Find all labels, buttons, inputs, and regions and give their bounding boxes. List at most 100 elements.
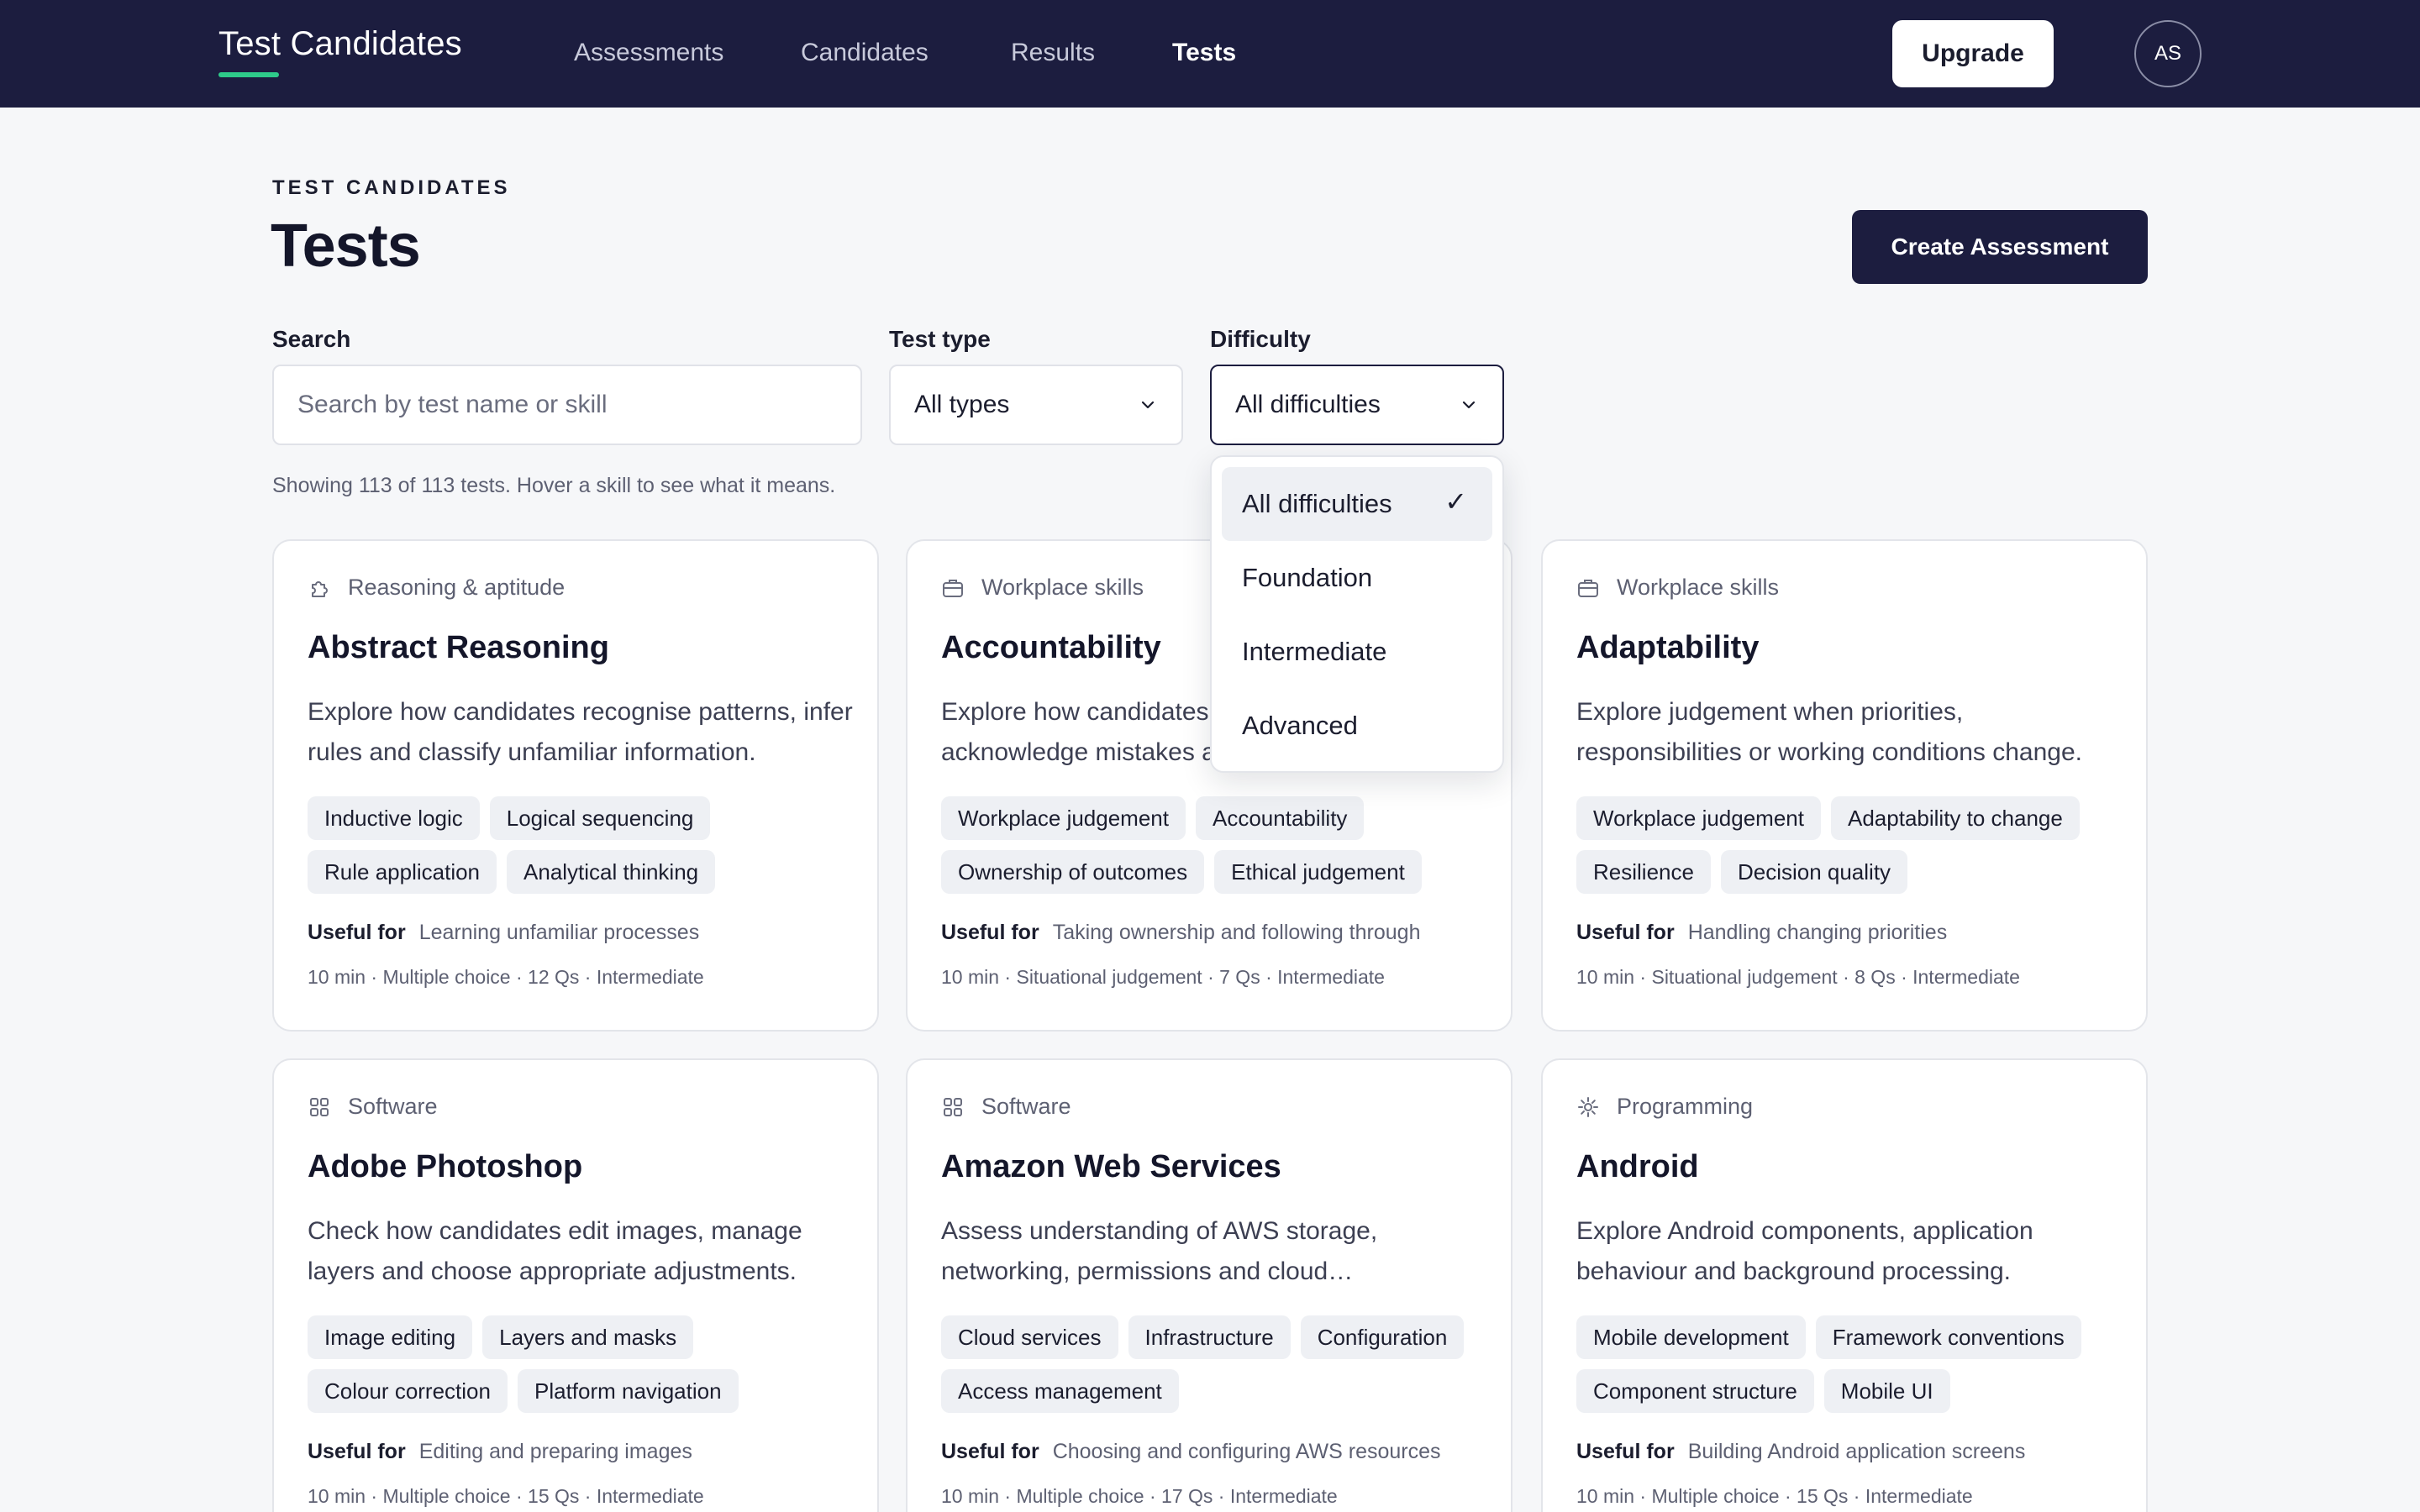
page-title: Tests xyxy=(271,213,421,280)
skill-tag[interactable]: Inductive logic xyxy=(308,796,480,840)
dropdown-option-advanced[interactable]: Advanced xyxy=(1222,689,1492,763)
brand-underline xyxy=(218,72,279,77)
test-type-select[interactable]: All types xyxy=(889,365,1183,445)
useful-for-label: Useful for xyxy=(1576,1440,1675,1463)
useful-for: Useful for Learning unfamiliar processes xyxy=(308,921,699,945)
useful-for: Useful for Editing and preparing images xyxy=(308,1440,692,1464)
nav-link-assessments[interactable]: Assessments xyxy=(574,39,723,67)
test-card[interactable]: Software Amazon Web Services Assess unde… xyxy=(906,1058,1512,1512)
briefcase-icon xyxy=(1578,579,1598,597)
card-category-label: Software xyxy=(981,1094,1071,1119)
useful-for: Useful for Choosing and configuring AWS r… xyxy=(941,1440,1441,1464)
useful-for-value: Learning unfamiliar processes xyxy=(418,921,700,944)
skill-tag[interactable]: Image editing xyxy=(308,1315,473,1359)
skill-tag[interactable]: Platform navigation xyxy=(517,1369,739,1413)
skill-tag[interactable]: Accountability xyxy=(1196,796,1365,840)
skill-tag[interactable]: Analytical thinking xyxy=(507,850,716,894)
nav-link-candidates[interactable]: Candidates xyxy=(801,39,929,67)
dropdown-option-label: Advanced xyxy=(1242,711,1358,740)
test-type-value: All types xyxy=(914,391,1010,418)
skill-tag[interactable]: Ownership of outcomes xyxy=(941,850,1205,894)
difficulty-select[interactable]: All difficulties xyxy=(1210,365,1504,445)
skill-tags: Workplace judgement Adaptability to chan… xyxy=(1576,796,2131,894)
useful-for-label: Useful for xyxy=(941,1440,1039,1463)
page-eyebrow: TEST CANDIDATES xyxy=(272,176,511,199)
grid-icon xyxy=(944,1097,962,1116)
card-title: Accountability xyxy=(941,630,1161,665)
skill-tag[interactable]: Logical sequencing xyxy=(489,796,711,840)
card-title: Adaptability xyxy=(1576,630,1760,665)
upgrade-button[interactable]: Upgrade xyxy=(1892,20,2054,87)
skill-tag[interactable]: Workplace judgement xyxy=(1576,796,1821,840)
card-category-label: Reasoning & aptitude xyxy=(348,575,566,600)
skill-tag[interactable]: Component structure xyxy=(1576,1369,1814,1413)
card-category-label: Workplace skills xyxy=(981,575,1144,600)
briefcase-icon xyxy=(943,579,963,597)
useful-for-value: Handling changing priorities xyxy=(1687,921,1948,944)
card-category-label: Programming xyxy=(1617,1094,1754,1119)
search-input[interactable]: Search by test name or skill xyxy=(272,365,862,445)
skill-tag[interactable]: Layers and masks xyxy=(482,1315,694,1359)
card-meta: 10 min · Multiple choice · 17 Qs · Inter… xyxy=(941,1485,1338,1507)
search-label: Search xyxy=(272,326,351,352)
card-meta: 10 min · Situational judgement · 8 Qs · … xyxy=(1576,966,2020,988)
useful-for-value: Taking ownership and following through xyxy=(1052,921,1421,944)
card-category: Workplace skills xyxy=(1576,575,1779,601)
card-description: Assess understanding of AWS storage, net… xyxy=(941,1217,1378,1285)
card-title: Adobe Photoshop xyxy=(308,1149,583,1184)
useful-for-label: Useful for xyxy=(941,921,1039,944)
top-nav: Test Candidates Assessments Candidates R… xyxy=(0,0,2420,108)
useful-for-value: Building Android application screens xyxy=(1687,1440,2026,1463)
gear-icon xyxy=(1578,1096,1598,1117)
skill-tag[interactable]: Ethical judgement xyxy=(1214,850,1422,894)
create-assessment-button[interactable]: Create Assessment xyxy=(1852,210,2148,284)
skill-tag[interactable]: Workplace judgement xyxy=(941,796,1186,840)
skill-tags: Workplace judgement Accountability Owner… xyxy=(941,796,1496,894)
test-card[interactable]: Software Adobe Photoshop Check how candi… xyxy=(272,1058,879,1512)
useful-for-label: Useful for xyxy=(308,921,406,944)
card-title: Android xyxy=(1576,1149,1699,1184)
skill-tag[interactable]: Adaptability to change xyxy=(1831,796,2080,840)
skill-tag[interactable]: Configuration xyxy=(1300,1315,1465,1359)
test-card[interactable]: Programming Android Explore Android comp… xyxy=(1541,1058,2148,1512)
skill-tag[interactable]: Decision quality xyxy=(1720,850,1908,894)
useful-for-value: Editing and preparing images xyxy=(418,1440,692,1463)
card-title: Abstract Reasoning xyxy=(308,630,609,665)
card-category-label: Workplace skills xyxy=(1617,575,1780,600)
test-card[interactable]: Workplace skills Adaptability Explore ju… xyxy=(1541,539,2148,1032)
difficulty-dropdown-menu: All difficulties ✓ Foundation Intermedia… xyxy=(1210,455,1504,773)
dropdown-option-intermediate[interactable]: Intermediate xyxy=(1222,615,1492,689)
difficulty-value: All difficulties xyxy=(1235,391,1381,418)
skill-tag[interactable]: Mobile development xyxy=(1576,1315,1806,1359)
user-avatar[interactable]: AS xyxy=(2134,20,2202,87)
dropdown-option-foundation[interactable]: Foundation xyxy=(1222,541,1492,615)
skill-tag[interactable]: Rule application xyxy=(308,850,497,894)
skill-tag[interactable]: Infrastructure xyxy=(1128,1315,1291,1359)
test-card[interactable]: Reasoning & aptitude Abstract Reasoning … xyxy=(272,539,879,1032)
skill-tag[interactable]: Access management xyxy=(941,1369,1179,1413)
skill-tag[interactable]: Colour correction xyxy=(308,1369,508,1413)
card-meta: 10 min · Situational judgement · 7 Qs · … xyxy=(941,966,1385,988)
skill-tag[interactable]: Cloud services xyxy=(941,1315,1118,1359)
test-type-label: Test type xyxy=(889,326,991,352)
useful-for: Useful for Handling changing priorities xyxy=(1576,921,1947,945)
skill-tags: Mobile development Framework conventions… xyxy=(1576,1315,2131,1413)
nav-link-tests[interactable]: Tests xyxy=(1172,39,1236,67)
skill-tags: Image editing Layers and masks Colour co… xyxy=(308,1315,862,1413)
skill-tag[interactable]: Mobile UI xyxy=(1823,1369,1950,1413)
chevron-down-icon xyxy=(1462,401,1476,409)
useful-for-label: Useful for xyxy=(308,1440,406,1463)
card-description: Explore Android components, application … xyxy=(1576,1217,2033,1285)
skill-tag[interactable]: Resilience xyxy=(1576,850,1711,894)
dropdown-option-label: Intermediate xyxy=(1242,637,1387,666)
card-category: Workplace skills xyxy=(941,575,1144,601)
skill-tags: Inductive logic Logical sequencing Rule … xyxy=(308,796,862,894)
brand-logo[interactable]: Test Candidates xyxy=(218,25,462,63)
nav-link-results[interactable]: Results xyxy=(1011,39,1095,67)
card-description: Explore how candidates recognise pattern… xyxy=(308,698,853,766)
puzzle-icon xyxy=(312,580,328,597)
card-category-label: Software xyxy=(348,1094,438,1119)
card-category: Software xyxy=(941,1094,1071,1120)
skill-tag[interactable]: Framework conventions xyxy=(1815,1315,2081,1359)
dropdown-option-all-difficulties[interactable]: All difficulties ✓ xyxy=(1222,467,1492,541)
